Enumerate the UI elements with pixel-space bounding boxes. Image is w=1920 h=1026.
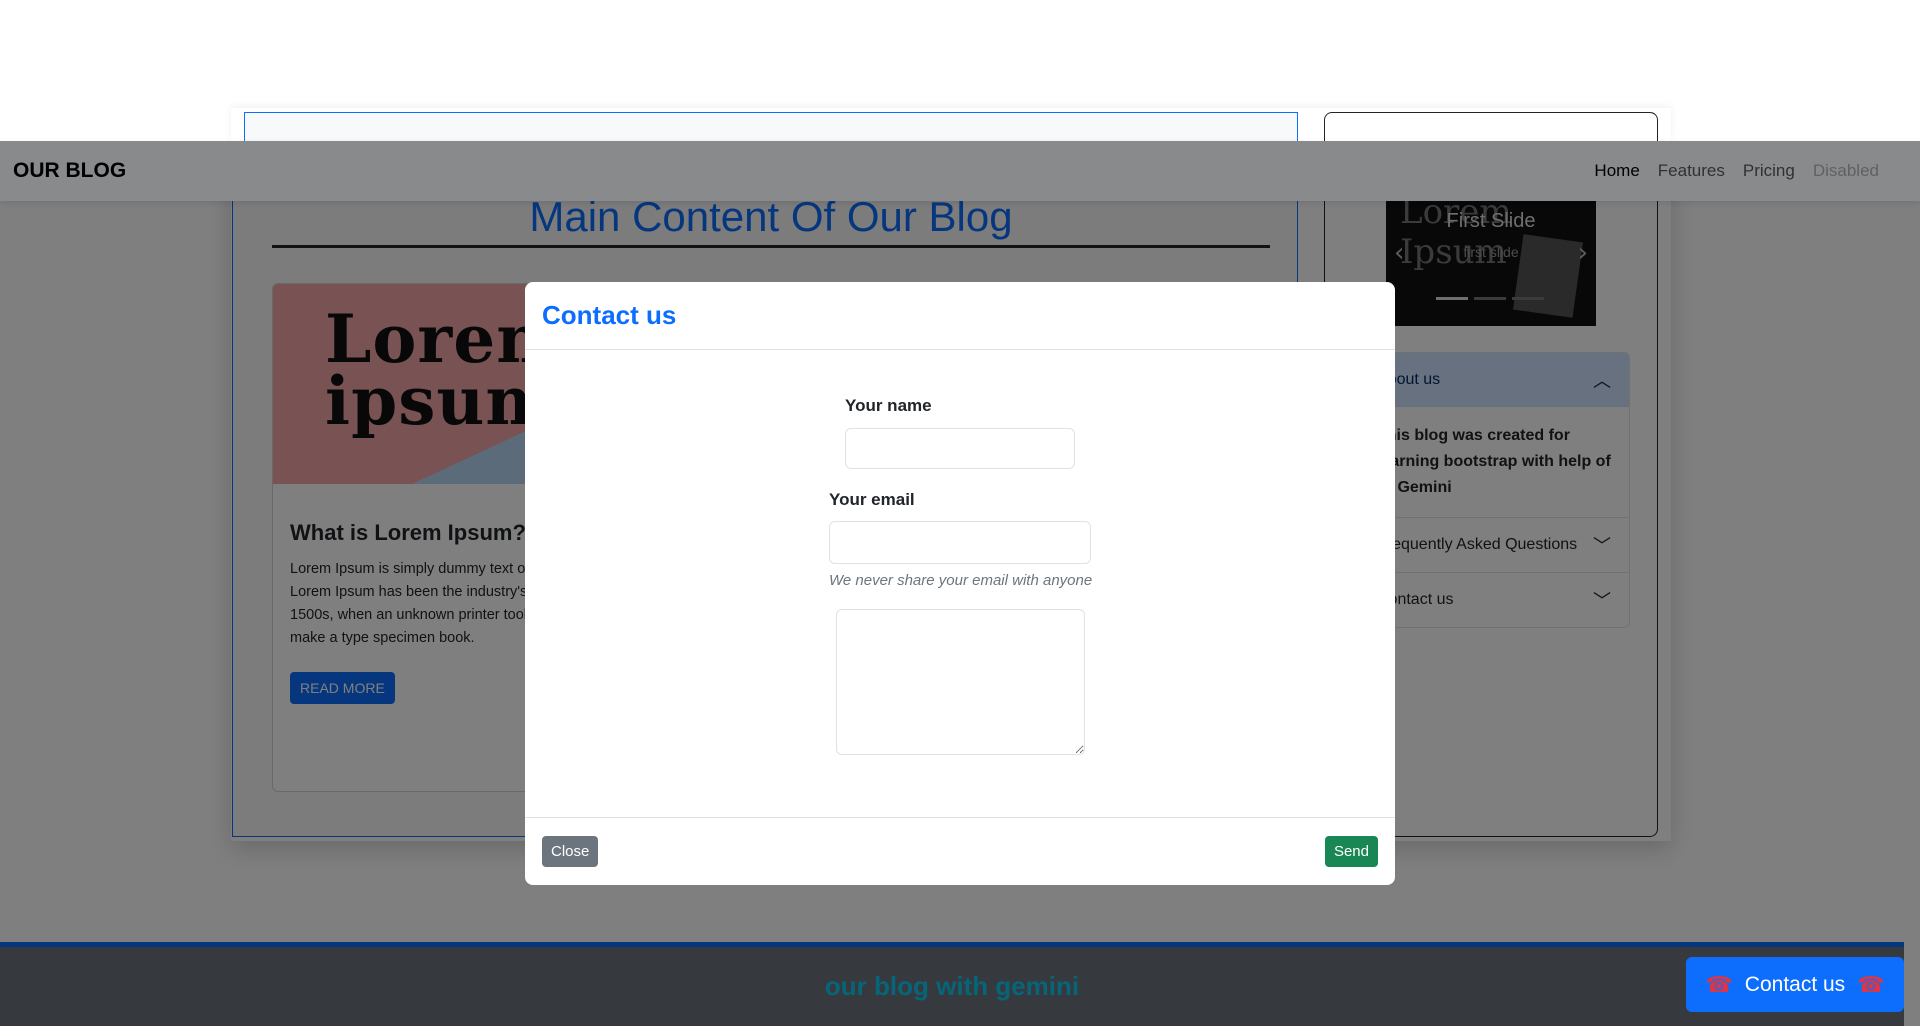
email-label: Your email: [829, 490, 915, 509]
navbar: OUR BLOG Home Features Pricing Disabled: [0, 141, 1920, 201]
contact-modal: Contact us Your name Your email We never…: [525, 282, 1395, 885]
nav-link-disabled: Disabled: [1812, 161, 1879, 180]
phone-icon: ☎: [1857, 971, 1885, 997]
nav-link-pricing[interactable]: Pricing: [1743, 161, 1795, 181]
email-hint: We never share your email with anyone: [829, 572, 1093, 589]
nav-links: Home Features Pricing Disabled: [1594, 161, 1907, 181]
modal-footer: Close Send: [525, 817, 1395, 885]
message-field[interactable]: [836, 609, 1085, 755]
nav-link-home[interactable]: Home: [1594, 161, 1639, 181]
modal-body: Your name Your email We never share your…: [525, 350, 1395, 817]
navbar-brand[interactable]: OUR BLOG: [13, 159, 126, 183]
send-button[interactable]: Send: [1324, 836, 1378, 867]
modal-header: Contact us: [525, 282, 1395, 350]
close-button[interactable]: Close: [542, 836, 599, 867]
modal-title: Contact us: [542, 300, 677, 330]
email-field[interactable]: [829, 521, 1091, 564]
name-label: Your name: [845, 396, 932, 415]
contact-us-label: Contact us: [1744, 972, 1846, 996]
top-area: [0, 0, 1920, 141]
sidebar-card-top: [1324, 112, 1658, 141]
contact-us-button[interactable]: ☎ Contact us ☎: [1686, 957, 1904, 1012]
name-field[interactable]: [845, 428, 1075, 469]
nav-link-features[interactable]: Features: [1658, 161, 1725, 181]
main-content-card-top: [244, 112, 1298, 141]
phone-icon: ☎: [1705, 971, 1733, 997]
